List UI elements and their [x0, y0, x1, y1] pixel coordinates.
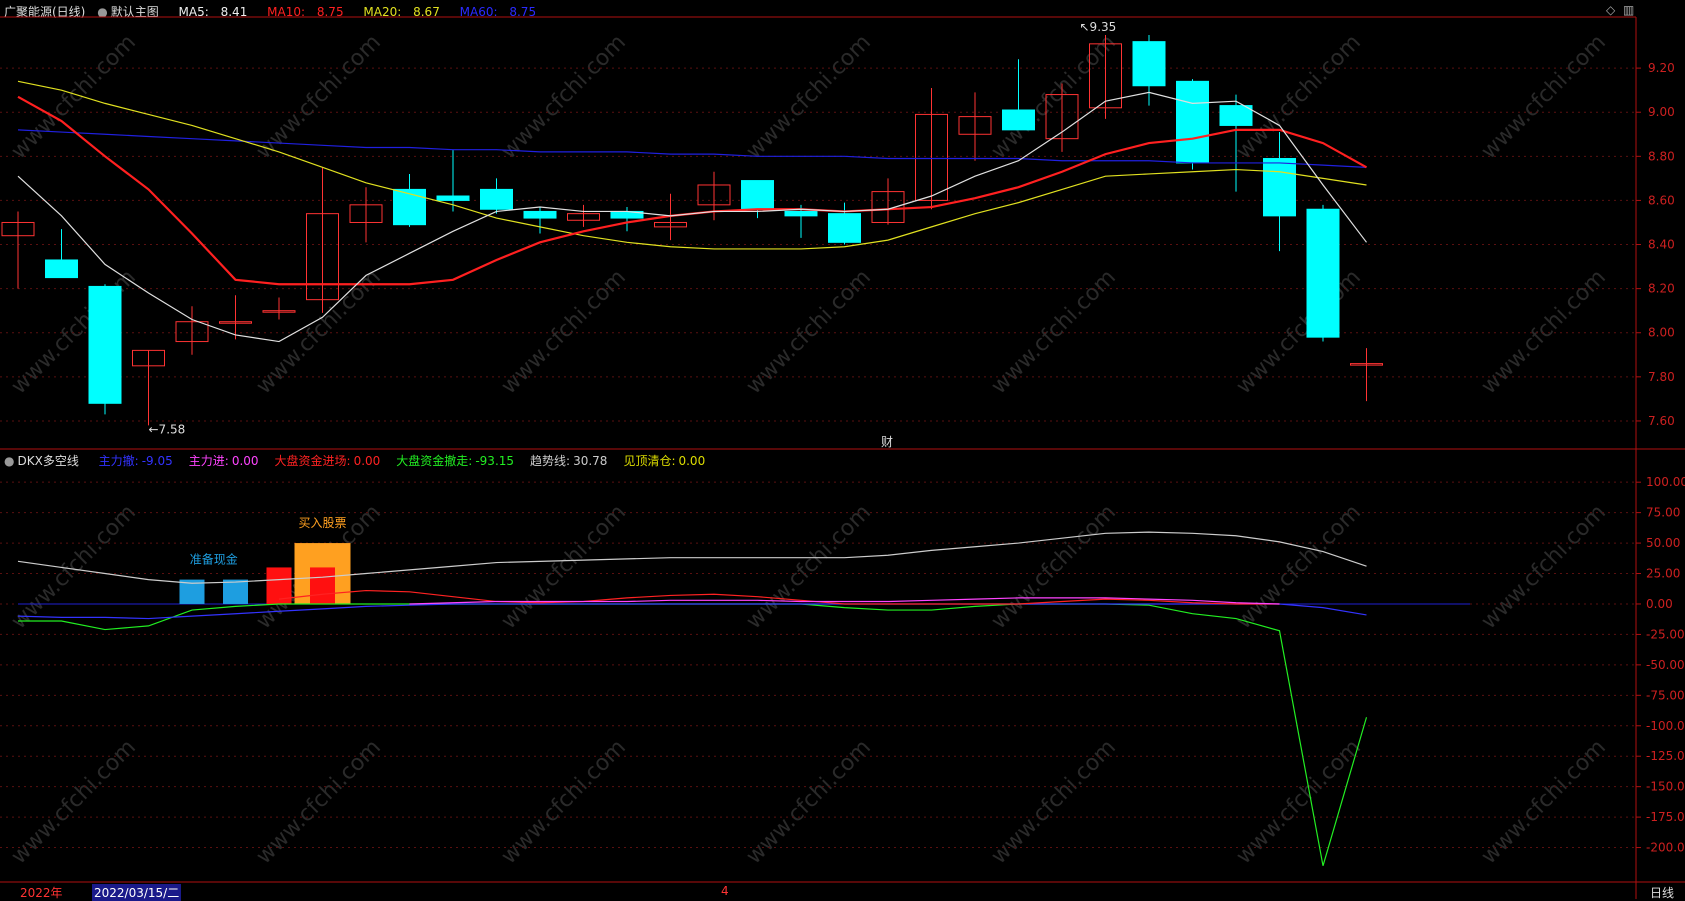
ma5-line: [17, 91, 1367, 343]
main-tick-label: 9.20: [1648, 61, 1675, 75]
candle-body: [828, 213, 861, 243]
watermark: www.cfchi.com: [1477, 500, 1611, 634]
candle-body: [741, 180, 774, 210]
low-price-annotation: ←7.58: [149, 422, 186, 436]
indicator-line: [18, 603, 1368, 866]
main-tick-label: 8.20: [1648, 282, 1675, 296]
watermark: www.cfchi.com: [497, 265, 631, 399]
indicator-tick-label: 100.00: [1646, 475, 1685, 489]
watermark: www.cfchi.com: [1477, 30, 1611, 164]
ma10-line: [17, 95, 1368, 286]
watermark: www.cfchi.com: [252, 735, 386, 869]
indicator-tick-label: -100.00: [1646, 719, 1685, 733]
watermark: www.cfchi.com: [1232, 735, 1366, 869]
watermark: www.cfchi.com: [742, 30, 876, 164]
indicator-tick-label: 0.00: [1646, 597, 1673, 611]
candle-body: [88, 285, 122, 404]
candle-body: [436, 195, 470, 201]
candle-body: [1263, 158, 1296, 217]
watermark: www.cfchi.com: [7, 735, 141, 869]
candle-body: [784, 210, 818, 217]
indicator-line: [17, 603, 1367, 620]
watermark: www.cfchi.com: [1232, 500, 1366, 634]
watermark: www.cfchi.com: [497, 500, 631, 634]
footer-year: 2022年: [20, 886, 63, 900]
footer-month-marker: 4: [721, 884, 729, 898]
candle-body: [1219, 105, 1253, 126]
main-tick-label: 7.80: [1648, 370, 1675, 384]
indicator-tick-label: -75.00: [1646, 688, 1685, 702]
main-tick-label: 8.80: [1648, 149, 1675, 163]
signal-bar: [223, 579, 248, 604]
watermark: www.cfchi.com: [252, 30, 386, 164]
watermark: www.cfchi.com: [742, 265, 876, 399]
indicator-tick-label: -50.00: [1646, 658, 1685, 672]
watermark: www.cfchi.com: [497, 30, 631, 164]
candle-body: [523, 210, 557, 219]
ma20-line: [17, 80, 1367, 250]
candle-body: [1132, 41, 1166, 87]
candle-body: [1002, 109, 1035, 131]
main-tick-label: 9.00: [1648, 105, 1675, 119]
indicator-tick-label: 50.00: [1646, 536, 1680, 550]
watermark: www.cfchi.com: [1232, 265, 1366, 399]
watermark: www.cfchi.com: [7, 500, 141, 634]
watermark: www.cfchi.com: [987, 500, 1121, 634]
watermark: www.cfchi.com: [742, 735, 876, 869]
high-price-annotation: ↖9.35: [1080, 20, 1117, 34]
watermark: www.cfchi.com: [987, 265, 1121, 399]
watermark: www.cfchi.com: [497, 735, 631, 869]
main-tick-label: 8.40: [1648, 238, 1675, 252]
main-tick-label: 8.60: [1648, 193, 1675, 207]
signal-bar: [310, 567, 335, 604]
watermark: www.cfchi.com: [1232, 30, 1366, 164]
main-tick-label: 7.60: [1648, 414, 1675, 428]
candle-body: [45, 259, 78, 279]
indicator-tick-label: 75.00: [1646, 506, 1680, 520]
candle-body: [393, 188, 426, 226]
indicator-tick-label: -200.00: [1646, 841, 1685, 855]
candle-body: [480, 188, 513, 210]
indicator-tick-label: -25.00: [1646, 627, 1685, 641]
watermark: www.cfchi.com: [1477, 265, 1611, 399]
indicator-tick-label: -125.00: [1646, 749, 1685, 763]
indicator-tick-label: -150.00: [1646, 780, 1685, 794]
main-tick-label: 8.00: [1648, 326, 1675, 340]
candle-body: [1306, 208, 1340, 338]
signal-annotation: 买入股票: [299, 516, 347, 530]
period-selector[interactable]: 日线: [1650, 884, 1674, 901]
candle-body: [1176, 80, 1209, 164]
fundamental-marker: 财: [881, 435, 893, 449]
chart-canvas: www.cfchi.com www.cfchi.com www.cfchi.com w…: [0, 16, 1685, 899]
watermark: www.cfchi.com: [742, 500, 876, 634]
indicator-tick-label: 25.00: [1646, 567, 1680, 581]
watermark: www.cfchi.com: [987, 735, 1121, 869]
watermark: www.cfchi.com: [7, 30, 141, 164]
indicator-tick-label: -175.00: [1646, 810, 1685, 824]
ma60-line: [17, 129, 1367, 168]
footer-date: 2022/03/15/二: [92, 884, 182, 901]
watermark: www.cfchi.com: [987, 30, 1121, 164]
watermark: www.cfchi.com: [1477, 735, 1611, 869]
signal-annotation: 准备现金: [190, 551, 238, 566]
